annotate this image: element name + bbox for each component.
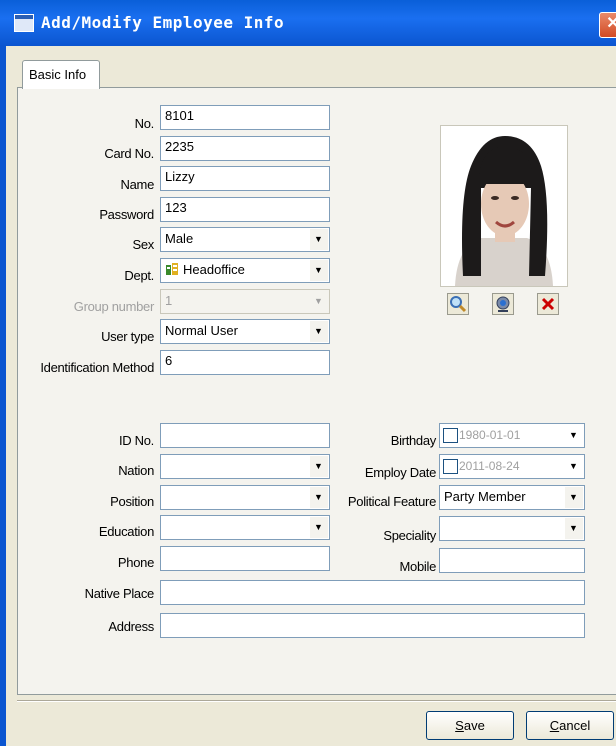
birthday-value: 1980-01-01: [459, 428, 521, 442]
close-button[interactable]: ✕: [599, 12, 616, 38]
card-no-field[interactable]: 2235: [160, 136, 330, 161]
identification-method-label: Identification Method: [40, 360, 154, 375]
mobile-field[interactable]: [439, 548, 585, 573]
birthday-picker[interactable]: 1980-01-01: [439, 423, 585, 448]
speciality-select[interactable]: [439, 516, 585, 541]
portrait-image: [441, 126, 567, 286]
employ-date-picker[interactable]: 2011-08-24: [439, 454, 585, 479]
mobile-label: Mobile: [399, 559, 437, 574]
group-number-value: 1: [165, 293, 173, 308]
education-label: Education: [98, 524, 154, 539]
chevron-down-icon[interactable]: [310, 487, 328, 508]
nation-select[interactable]: [160, 454, 330, 479]
political-feature-value: Party Member: [444, 489, 526, 504]
nation-label: Nation: [118, 463, 154, 478]
window-frame: [0, 46, 6, 746]
cancel-label: ancel: [559, 718, 591, 733]
native-place-label: Native Place: [84, 586, 155, 601]
cancel-mnemonic: C: [549, 718, 560, 733]
address-label: Address: [108, 619, 154, 634]
sex-label: Sex: [132, 237, 154, 252]
delete-photo-button[interactable]: [537, 293, 559, 315]
chevron-down-icon[interactable]: [565, 487, 583, 508]
political-feature-label: Political Feature: [347, 494, 436, 509]
name-field[interactable]: Lizzy: [160, 166, 330, 191]
no-field[interactable]: 8101: [160, 105, 330, 130]
delete-icon: [541, 297, 555, 311]
employee-photo: [440, 125, 568, 287]
birthday-checkbox[interactable]: [443, 428, 458, 443]
address-field[interactable]: [160, 613, 585, 638]
identification-method-field[interactable]: 6: [160, 350, 330, 375]
native-place-field[interactable]: [160, 580, 585, 605]
phone-label: Phone: [117, 555, 154, 570]
position-label: Position: [110, 494, 154, 509]
chevron-down-icon[interactable]: [565, 425, 583, 446]
chevron-down-icon[interactable]: [310, 260, 328, 281]
name-label: Name: [120, 177, 155, 192]
magnifier-icon: [450, 296, 467, 313]
phone-field[interactable]: [160, 546, 330, 571]
chevron-down-icon[interactable]: [565, 518, 583, 539]
title-bar[interactable]: Add/Modify Employee Info ✕: [0, 0, 616, 46]
sex-select[interactable]: Male: [160, 227, 330, 252]
no-label: No.: [134, 116, 155, 131]
id-no-field[interactable]: [160, 423, 330, 448]
group-number-label: Group number: [73, 299, 155, 314]
political-feature-select[interactable]: Party Member: [439, 485, 585, 510]
tab-label: Basic Info: [29, 67, 87, 82]
user-type-select[interactable]: Normal User: [160, 319, 330, 344]
position-select[interactable]: [160, 485, 330, 510]
speciality-label: Speciality: [383, 528, 436, 543]
tab-basic-info[interactable]: Basic Info: [22, 60, 100, 89]
chevron-down-icon[interactable]: [310, 321, 328, 342]
employ-date-value: 2011-08-24: [459, 459, 520, 473]
save-button[interactable]: Save: [426, 711, 514, 740]
password-field[interactable]: 123: [160, 197, 330, 222]
card-no-label: Card No.: [104, 146, 154, 161]
employee-dialog: Add/Modify Employee Info ✕ Basic Info No…: [0, 0, 616, 746]
chevron-down-icon[interactable]: [310, 456, 328, 477]
password-label: Password: [99, 207, 154, 222]
browse-photo-button[interactable]: [447, 293, 469, 315]
user-type-label: User type: [101, 329, 154, 344]
chevron-down-icon[interactable]: [310, 517, 328, 538]
user-type-value: Normal User: [165, 323, 238, 338]
save-label: ave: [463, 718, 485, 733]
capture-photo-button[interactable]: [492, 293, 514, 315]
webcam-icon: [496, 296, 510, 312]
building-icon: [166, 263, 178, 275]
id-no-label: ID No.: [118, 433, 154, 448]
employ-date-checkbox[interactable]: [443, 459, 458, 474]
dept-label: Dept.: [124, 268, 154, 283]
dept-value: Headoffice: [183, 262, 245, 277]
dept-select[interactable]: Headoffice: [160, 258, 330, 283]
save-mnemonic: S: [455, 718, 464, 733]
chevron-down-icon: [310, 291, 328, 312]
chevron-down-icon[interactable]: [565, 456, 583, 477]
education-select[interactable]: [160, 515, 330, 540]
group-number-select: 1: [160, 289, 330, 314]
chevron-down-icon[interactable]: [310, 229, 328, 250]
cancel-button[interactable]: Cancel: [526, 711, 614, 740]
divider-highlight: [17, 701, 616, 702]
sex-value: Male: [165, 231, 194, 246]
birthday-label: Birthday: [390, 433, 437, 448]
employ-date-label: Employ Date: [364, 465, 436, 480]
window-icon: [14, 14, 34, 32]
window-title: Add/Modify Employee Info: [41, 13, 285, 32]
